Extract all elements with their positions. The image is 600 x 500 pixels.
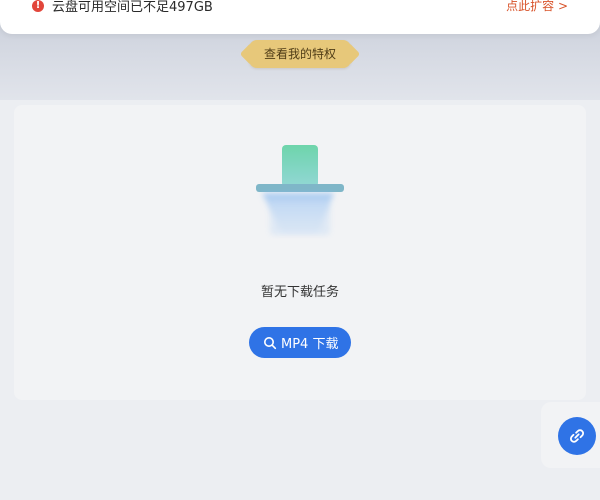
floating-link-button[interactable]	[558, 417, 596, 455]
warning-icon: !	[32, 0, 44, 12]
storage-alert-bar: ! 云盘可用空间已不足497GB 点此扩容 >	[0, 0, 600, 34]
link-icon	[570, 429, 584, 443]
expand-storage-link[interactable]: 点此扩容 >	[506, 0, 568, 14]
download-empty-icon	[256, 145, 344, 235]
view-privileges-label: 查看我的特权	[263, 47, 336, 61]
mp4-download-button[interactable]: MP4 下载	[249, 327, 351, 358]
empty-state-text: 暂无下载任务	[260, 285, 339, 300]
mp4-download-label: MP4 下载	[281, 337, 339, 352]
view-privileges-button[interactable]: 查看我的特权	[249, 40, 351, 68]
search-icon	[264, 336, 277, 349]
storage-warning-text: 云盘可用空间已不足497GB	[52, 0, 213, 15]
